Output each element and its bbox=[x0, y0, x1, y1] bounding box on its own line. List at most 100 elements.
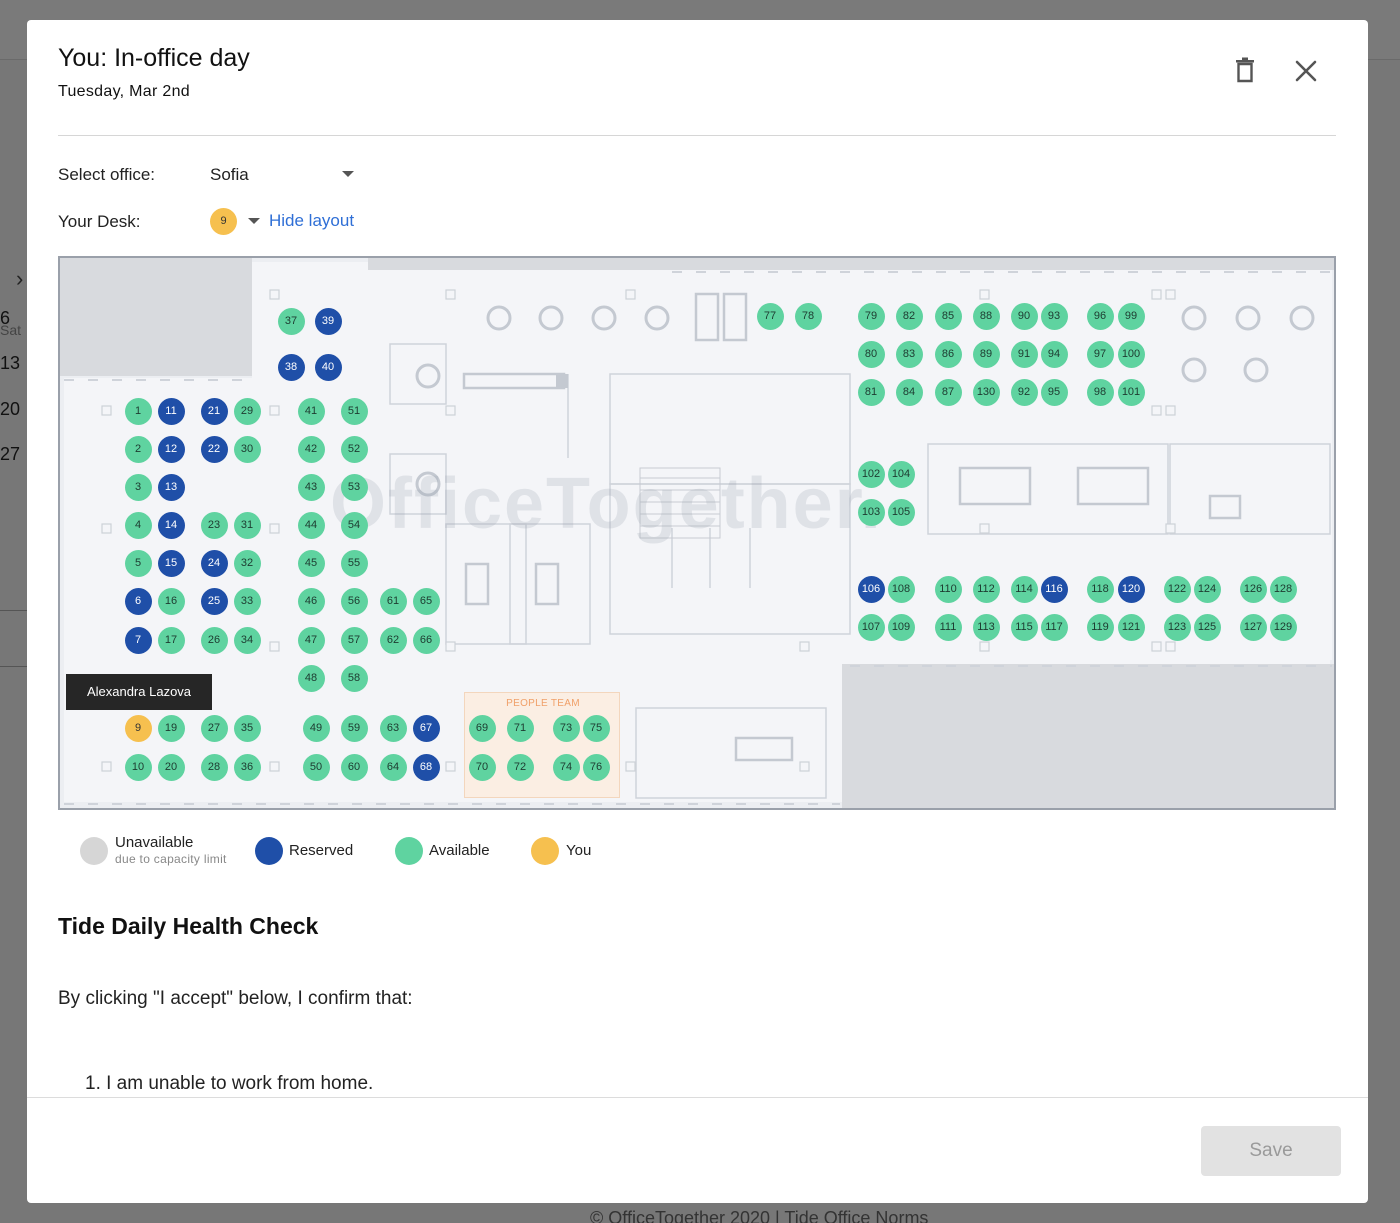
desk-64[interactable]: 64 bbox=[379, 753, 407, 781]
desk-97[interactable]: 97 bbox=[1086, 340, 1114, 368]
desk-66[interactable]: 66 bbox=[412, 626, 440, 654]
desk-119[interactable]: 119 bbox=[1086, 613, 1114, 641]
desk-98[interactable]: 98 bbox=[1086, 378, 1114, 406]
desk-16[interactable]: 16 bbox=[157, 587, 185, 615]
desk-54[interactable]: 54 bbox=[340, 511, 368, 539]
desk-42[interactable]: 42 bbox=[297, 435, 325, 463]
desk-43[interactable]: 43 bbox=[297, 473, 325, 501]
close-button[interactable] bbox=[1292, 56, 1320, 86]
desk-65[interactable]: 65 bbox=[412, 587, 440, 615]
desk-29[interactable]: 29 bbox=[233, 397, 261, 425]
desk-108[interactable]: 108 bbox=[887, 575, 915, 603]
desk-55[interactable]: 55 bbox=[340, 549, 368, 577]
desk-121[interactable]: 121 bbox=[1117, 613, 1145, 641]
desk-93[interactable]: 93 bbox=[1040, 302, 1068, 330]
delete-button[interactable] bbox=[1231, 56, 1259, 86]
desk-39[interactable]: 39 bbox=[314, 307, 342, 335]
desk-122[interactable]: 122 bbox=[1163, 575, 1191, 603]
desk-28[interactable]: 28 bbox=[200, 753, 228, 781]
desk-22[interactable]: 22 bbox=[200, 435, 228, 463]
hide-layout-link[interactable]: Hide layout bbox=[269, 211, 354, 231]
desk-31[interactable]: 31 bbox=[233, 511, 261, 539]
desk-dropdown-caret-icon[interactable] bbox=[248, 218, 260, 224]
desk-70[interactable]: 70 bbox=[468, 753, 496, 781]
desk-27[interactable]: 27 bbox=[200, 714, 228, 742]
desk-50[interactable]: 50 bbox=[302, 753, 330, 781]
desk-34[interactable]: 34 bbox=[233, 626, 261, 654]
desk-74[interactable]: 74 bbox=[552, 753, 580, 781]
desk-4[interactable]: 4 bbox=[124, 511, 152, 539]
desk-67[interactable]: 67 bbox=[412, 714, 440, 742]
desk-112[interactable]: 112 bbox=[972, 575, 1000, 603]
desk-76[interactable]: 76 bbox=[582, 753, 610, 781]
desk-41[interactable]: 41 bbox=[297, 397, 325, 425]
desk-1[interactable]: 1 bbox=[124, 397, 152, 425]
desk-109[interactable]: 109 bbox=[887, 613, 915, 641]
desk-32[interactable]: 32 bbox=[233, 549, 261, 577]
desk-81[interactable]: 81 bbox=[857, 378, 885, 406]
desk-127[interactable]: 127 bbox=[1239, 613, 1267, 641]
desk-19[interactable]: 19 bbox=[157, 714, 185, 742]
desk-26[interactable]: 26 bbox=[200, 626, 228, 654]
desk-7[interactable]: 7 bbox=[124, 626, 152, 654]
desk-79[interactable]: 79 bbox=[857, 302, 885, 330]
desk-48[interactable]: 48 bbox=[297, 664, 325, 692]
desk-91[interactable]: 91 bbox=[1010, 340, 1038, 368]
desk-60[interactable]: 60 bbox=[340, 753, 368, 781]
desk-106[interactable]: 106 bbox=[857, 575, 885, 603]
desk-69[interactable]: 69 bbox=[468, 714, 496, 742]
desk-88[interactable]: 88 bbox=[972, 302, 1000, 330]
desk-47[interactable]: 47 bbox=[297, 626, 325, 654]
desk-116[interactable]: 116 bbox=[1040, 575, 1068, 603]
desk-3[interactable]: 3 bbox=[124, 473, 152, 501]
desk-9[interactable]: 9 bbox=[124, 714, 152, 742]
desk-20[interactable]: 20 bbox=[157, 753, 185, 781]
desk-113[interactable]: 113 bbox=[972, 613, 1000, 641]
desk-14[interactable]: 14 bbox=[157, 511, 185, 539]
desk-114[interactable]: 114 bbox=[1010, 575, 1038, 603]
desk-102[interactable]: 102 bbox=[857, 460, 885, 488]
desk-57[interactable]: 57 bbox=[340, 626, 368, 654]
office-select[interactable]: Sofia bbox=[210, 163, 360, 189]
desk-45[interactable]: 45 bbox=[297, 549, 325, 577]
desk-120[interactable]: 120 bbox=[1117, 575, 1145, 603]
desk-56[interactable]: 56 bbox=[340, 587, 368, 615]
desk-59[interactable]: 59 bbox=[340, 714, 368, 742]
desk-75[interactable]: 75 bbox=[582, 714, 610, 742]
desk-46[interactable]: 46 bbox=[297, 587, 325, 615]
desk-118[interactable]: 118 bbox=[1086, 575, 1114, 603]
desk-30[interactable]: 30 bbox=[233, 435, 261, 463]
desk-117[interactable]: 117 bbox=[1040, 613, 1068, 641]
desk-125[interactable]: 125 bbox=[1193, 613, 1221, 641]
desk-63[interactable]: 63 bbox=[379, 714, 407, 742]
desk-94[interactable]: 94 bbox=[1040, 340, 1068, 368]
desk-115[interactable]: 115 bbox=[1010, 613, 1038, 641]
desk-99[interactable]: 99 bbox=[1117, 302, 1145, 330]
desk-77[interactable]: 77 bbox=[756, 302, 784, 330]
desk-71[interactable]: 71 bbox=[506, 714, 534, 742]
desk-87[interactable]: 87 bbox=[934, 378, 962, 406]
desk-10[interactable]: 10 bbox=[124, 753, 152, 781]
desk-25[interactable]: 25 bbox=[200, 587, 228, 615]
desk-33[interactable]: 33 bbox=[233, 587, 261, 615]
desk-111[interactable]: 111 bbox=[934, 613, 962, 641]
desk-83[interactable]: 83 bbox=[895, 340, 923, 368]
desk-15[interactable]: 15 bbox=[157, 549, 185, 577]
desk-58[interactable]: 58 bbox=[340, 664, 368, 692]
desk-37[interactable]: 37 bbox=[277, 307, 305, 335]
desk-53[interactable]: 53 bbox=[340, 473, 368, 501]
desk-44[interactable]: 44 bbox=[297, 511, 325, 539]
desk-84[interactable]: 84 bbox=[895, 378, 923, 406]
desk-72[interactable]: 72 bbox=[506, 753, 534, 781]
desk-105[interactable]: 105 bbox=[887, 498, 915, 526]
desk-96[interactable]: 96 bbox=[1086, 302, 1114, 330]
desk-104[interactable]: 104 bbox=[887, 460, 915, 488]
desk-13[interactable]: 13 bbox=[157, 473, 185, 501]
desk-68[interactable]: 68 bbox=[412, 753, 440, 781]
desk-40[interactable]: 40 bbox=[314, 353, 342, 381]
desk-123[interactable]: 123 bbox=[1163, 613, 1191, 641]
desk-80[interactable]: 80 bbox=[857, 340, 885, 368]
desk-6[interactable]: 6 bbox=[124, 587, 152, 615]
desk-51[interactable]: 51 bbox=[340, 397, 368, 425]
desk-85[interactable]: 85 bbox=[934, 302, 962, 330]
